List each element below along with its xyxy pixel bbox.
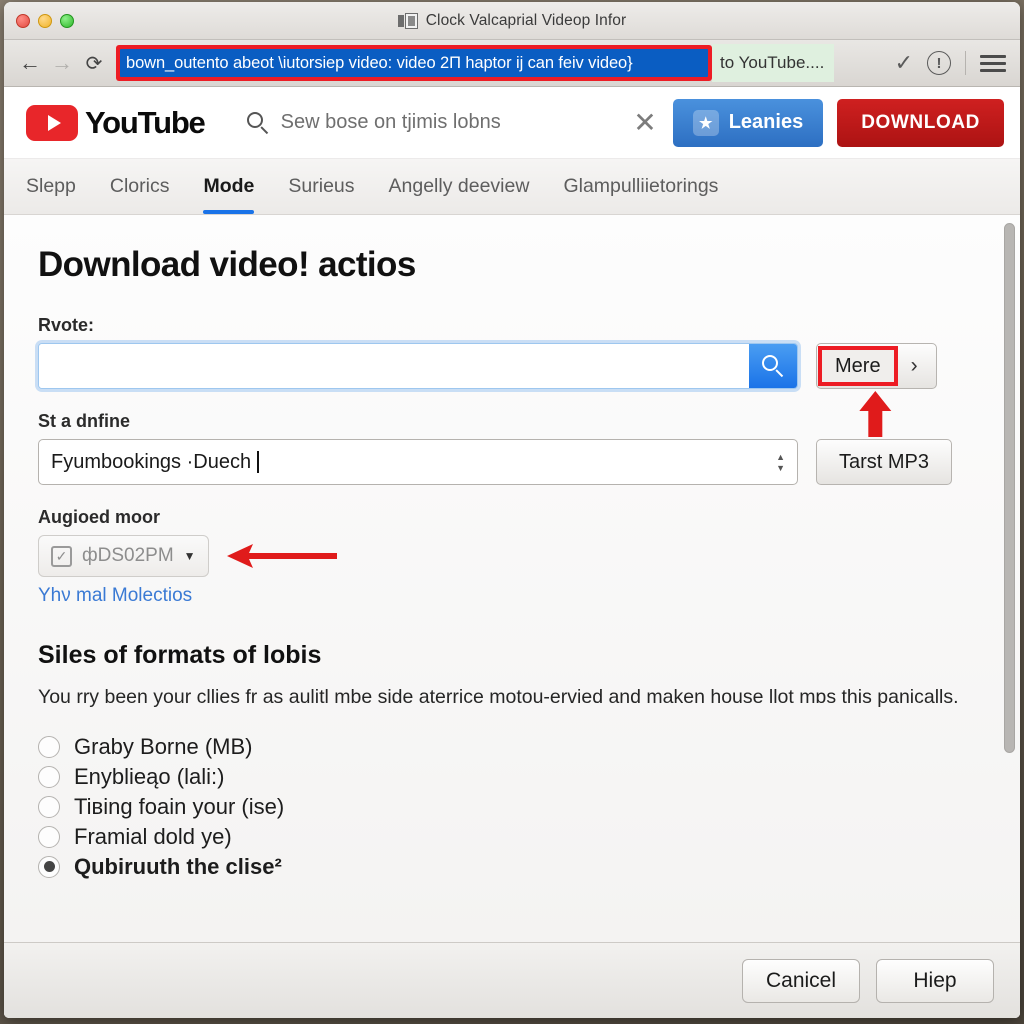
toolbar-actions: ✓ ! bbox=[895, 51, 1010, 75]
toolbar-divider bbox=[965, 51, 966, 75]
main-content: Download video! actios Rvote: Mere › St … bbox=[4, 215, 1020, 942]
device-screen-icon bbox=[397, 12, 418, 29]
radio-indicator[interactable] bbox=[38, 825, 60, 848]
tab-angelly-deeview[interactable]: Angelly deeview bbox=[389, 159, 530, 214]
radio-option-tibing-foain[interactable]: Tiвing foain your (ise) bbox=[38, 794, 986, 820]
radio-label: Tiвing foain your (ise) bbox=[74, 793, 285, 819]
page-title: Download video! actios bbox=[38, 245, 416, 284]
radio-option-qubiruuth[interactable]: Qubiruuth the clise² bbox=[38, 854, 986, 880]
search-icon bbox=[246, 111, 269, 134]
reload-icon[interactable]: ⟳ bbox=[78, 47, 110, 79]
page-viewport: YouTube Sew bose on tјimis lobns ✕ ★ Lea… bbox=[4, 87, 1020, 1018]
window-title-group: Clock Valcaprial Videop Infor bbox=[4, 2, 1020, 39]
dialog-footer: Canicel Hiep bbox=[4, 942, 1020, 1018]
audio-dropdown[interactable]: ✓ фDS02PM ▼ bbox=[38, 535, 209, 577]
tab-mode[interactable]: Mode bbox=[203, 159, 254, 214]
site-search-placeholder: Sew bose on tјimis lobns bbox=[280, 111, 501, 133]
back-arrow-icon[interactable]: ← bbox=[14, 47, 46, 79]
red-arrow-left-icon bbox=[226, 544, 337, 568]
address-bar[interactable]: bown_outento abeot \iutorsiep video: vid… bbox=[120, 49, 708, 77]
formats-heading: Siles of formats of lobis bbox=[38, 641, 322, 669]
radio-indicator[interactable] bbox=[38, 795, 60, 818]
audio-field-label: Augioed moor bbox=[38, 507, 160, 527]
shield-icon: ★ bbox=[692, 109, 719, 136]
close-window-button[interactable] bbox=[16, 13, 30, 28]
red-arrow-up-icon bbox=[859, 391, 892, 437]
youtube-play-icon bbox=[26, 104, 78, 141]
format-select[interactable]: Fyumbookings ·Duech ▲ ▼ bbox=[38, 439, 798, 485]
audio-dropdown-label: фDS02PM bbox=[82, 545, 174, 566]
url-search-field[interactable] bbox=[38, 343, 798, 389]
tab-label: Angelly deeview bbox=[388, 175, 530, 197]
tab-glampulliietorings[interactable]: Glampulliietorings bbox=[563, 159, 718, 214]
leanies-button[interactable]: ★ Leanies bbox=[672, 98, 824, 147]
checkbox-checked-icon[interactable]: ✓ bbox=[51, 545, 72, 567]
browser-toolbar: ← → ⟳ bown_outento abeot \iutorsiep vide… bbox=[4, 40, 1020, 87]
more-button[interactable]: Mere › bbox=[816, 343, 937, 389]
format-select-value: Fyumbookings ·Duech bbox=[51, 450, 252, 473]
address-bar-text: bown_outento abeot \iutorsiep video: vid… bbox=[126, 53, 633, 72]
tab-bar: Slepp Clorics Mode Surieus Angelly deevi… bbox=[4, 159, 1020, 215]
leanies-button-label: Leanies bbox=[728, 111, 804, 133]
site-header: YouTube Sew bose on tјimis lobns ✕ ★ Lea… bbox=[4, 87, 1020, 159]
youtube-logo[interactable]: YouTube bbox=[26, 104, 206, 141]
more-button-label: Mere bbox=[818, 346, 898, 386]
radio-indicator[interactable] bbox=[38, 735, 60, 758]
sort-updown-icon: ▲ ▼ bbox=[776, 451, 785, 473]
radio-option-framial-dold[interactable]: Framial dold ye) bbox=[38, 824, 986, 850]
url-field-label: Rvote: bbox=[38, 315, 95, 335]
audio-help-link[interactable]: Yhν mal Molectios bbox=[38, 585, 192, 607]
more-button-group: Mere › bbox=[816, 343, 937, 437]
extract-mp3-button[interactable]: Tarst MP3 bbox=[816, 439, 953, 485]
radio-label: Qubiruuth the clise² bbox=[74, 853, 282, 879]
tab-label: Slepp bbox=[26, 175, 76, 197]
page-scrollbar-thumb[interactable] bbox=[1004, 223, 1015, 753]
app-window: Clock Valcaprial Videop Infor ← → ⟳ bown… bbox=[4, 2, 1020, 1018]
forward-arrow-icon[interactable]: → bbox=[46, 47, 78, 79]
info-circle-icon[interactable]: ! bbox=[927, 51, 951, 75]
youtube-logo-text: YouTube bbox=[85, 104, 206, 140]
format-field-label: St a dnfine bbox=[38, 411, 131, 431]
format-row: Fyumbookings ·Duech ▲ ▼ Tarst MP3 bbox=[38, 439, 986, 485]
radio-indicator[interactable] bbox=[38, 855, 60, 878]
formats-description: You rry been your cllies fr as aulitl mb… bbox=[38, 686, 959, 708]
download-button[interactable]: DOWNLOAD bbox=[837, 98, 1004, 147]
window-titlebar: Clock Valcaprial Videop Infor bbox=[4, 2, 1020, 40]
tab-label: Mode bbox=[203, 175, 255, 197]
window-controls[interactable] bbox=[16, 13, 74, 28]
close-x-icon[interactable]: ✕ bbox=[617, 108, 672, 137]
tab-label: Surieus bbox=[288, 175, 355, 197]
chevron-right-icon[interactable]: › bbox=[895, 354, 932, 378]
radio-option-graby-borne[interactable]: Graby Borne (MB) bbox=[38, 734, 986, 760]
site-search[interactable]: Sew bose on tјimis lobns bbox=[246, 111, 501, 134]
hamburger-menu-icon[interactable] bbox=[980, 54, 1006, 72]
url-input[interactable] bbox=[39, 344, 749, 388]
minimize-window-button[interactable] bbox=[38, 13, 52, 28]
checkmark-icon[interactable]: ✓ bbox=[895, 52, 913, 74]
tab-surieus[interactable]: Surieus bbox=[288, 159, 354, 214]
text-cursor bbox=[257, 451, 260, 473]
tab-label: Glampulliietorings bbox=[563, 175, 719, 197]
caret-down-icon[interactable]: ▼ bbox=[184, 549, 196, 563]
audio-row: ✓ фDS02PM ▼ bbox=[38, 535, 986, 577]
tab-clorics[interactable]: Clorics bbox=[110, 159, 170, 214]
zoom-window-button[interactable] bbox=[60, 13, 74, 28]
radio-indicator[interactable] bbox=[38, 765, 60, 788]
address-bar-suggestion[interactable]: to YouTube.... bbox=[712, 44, 835, 82]
radio-option-enyblieo[interactable]: Enyblieąo (lali:) bbox=[38, 764, 986, 790]
search-icon bbox=[762, 355, 784, 378]
url-input-row: Mere › bbox=[38, 343, 986, 437]
window-title: Clock Valcaprial Videop Infor bbox=[425, 11, 627, 29]
cancel-button[interactable]: Canicel bbox=[742, 958, 860, 1003]
tab-label: Clorics bbox=[109, 175, 170, 197]
desktop-background: Clock Valcaprial Videop Infor ← → ⟳ bown… bbox=[0, 0, 1024, 1024]
format-radio-group: Graby Borne (MB) Enyblieąo (lali:) Tiвin… bbox=[38, 734, 986, 880]
tab-slepp[interactable]: Slepp bbox=[26, 159, 76, 214]
radio-label: Framial dold ye) bbox=[74, 823, 232, 849]
radio-label: Graby Borne (MB) bbox=[74, 733, 253, 759]
radio-label: Enyblieąo (lali:) bbox=[74, 763, 225, 789]
search-submit-button[interactable] bbox=[749, 344, 797, 388]
help-button[interactable]: Hiep bbox=[876, 958, 994, 1003]
address-bar-highlight: bown_outento abeot \iutorsiep video: vid… bbox=[116, 45, 712, 81]
